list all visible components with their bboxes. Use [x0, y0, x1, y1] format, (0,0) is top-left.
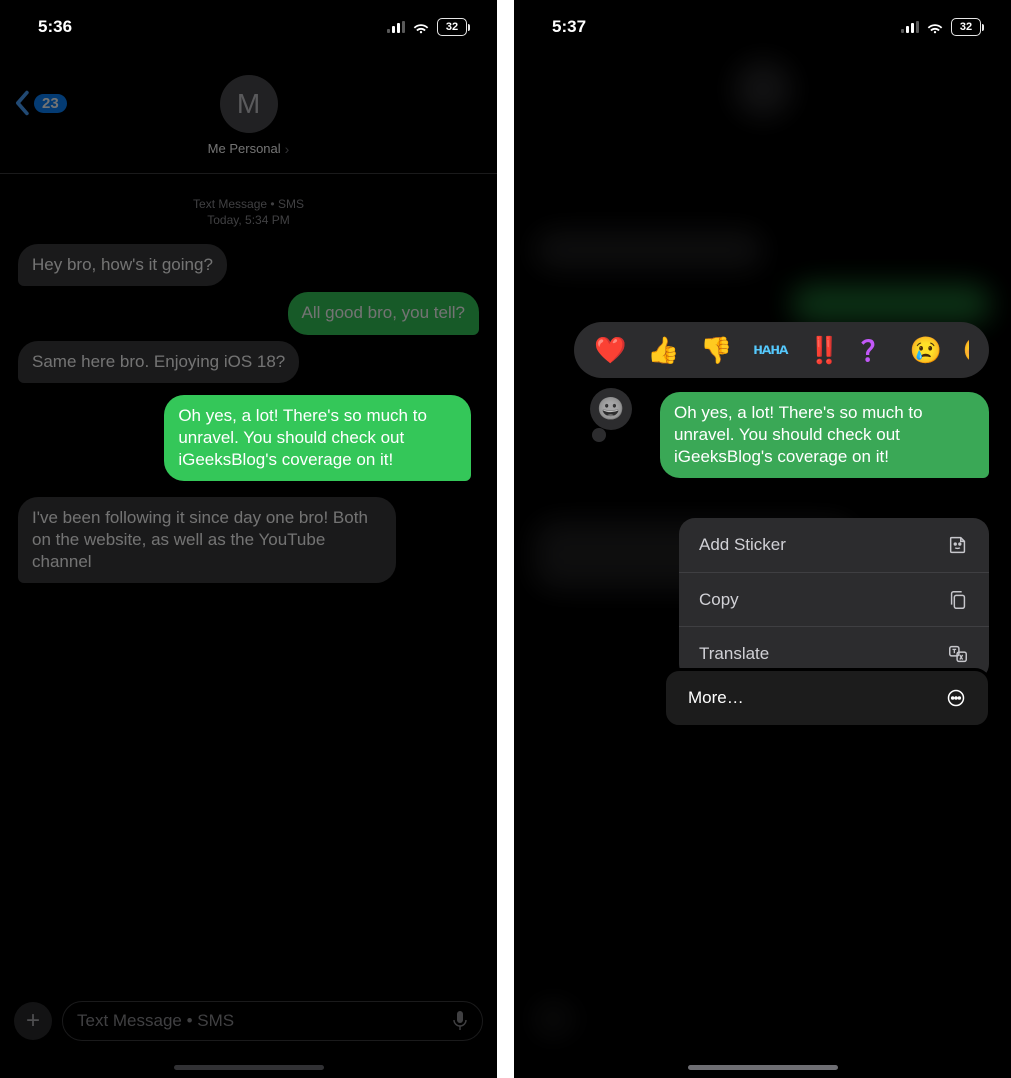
- battery-icon: 32: [951, 18, 981, 36]
- tapback-reaction-bar: ❤️ 👍 👎 ʜᴀʜᴀ ‼️ ？ 😢 😊: [574, 322, 989, 378]
- emoji-icon: 😀: [597, 396, 624, 422]
- reaction-question[interactable]: ？: [861, 330, 889, 370]
- action-label: Translate: [699, 644, 769, 664]
- conversation-header: 23 M Me Personal ›: [0, 54, 497, 174]
- tapback-emoji-picker[interactable]: 😀: [590, 388, 646, 444]
- message-bubble[interactable]: Oh yes, a lot! There's so much to unrave…: [660, 392, 989, 478]
- reaction-thumbs-down[interactable]: 👎: [700, 335, 732, 366]
- reaction-haha[interactable]: ʜᴀʜᴀ: [753, 341, 787, 359]
- reaction-thumbs-up[interactable]: 👍: [647, 335, 679, 366]
- screenshot-right: 5:37 32 ❤️ 👍 👎 ʜᴀʜᴀ ‼️ ？ 😢 😊 😀 Oh y: [514, 0, 1011, 1078]
- status-time: 5:36: [38, 17, 72, 37]
- status-time: 5:37: [552, 17, 586, 37]
- status-bar: 5:36 32: [0, 0, 497, 54]
- home-indicator[interactable]: [688, 1065, 838, 1070]
- reaction-more[interactable]: 😊: [963, 335, 969, 366]
- action-label: More…: [688, 688, 744, 708]
- action-copy[interactable]: Copy: [679, 572, 989, 626]
- cellular-icon: [387, 21, 405, 33]
- message-action-sheet: Add Sticker Copy Translate: [679, 518, 989, 680]
- contact-name: Me Personal: [208, 141, 281, 156]
- chevron-left-icon: [14, 90, 32, 116]
- thread-meta: Text Message • SMS Today, 5:34 PM: [18, 196, 479, 228]
- compose-placeholder: Text Message • SMS: [77, 1011, 234, 1031]
- message-bubble[interactable]: Oh yes, a lot! There's so much to unrave…: [164, 395, 471, 481]
- translate-icon: [947, 643, 969, 665]
- action-more[interactable]: More…: [665, 670, 989, 726]
- attach-button[interactable]: +: [14, 1002, 52, 1040]
- selected-message-highlight: Oh yes, a lot! There's so much to unrave…: [156, 389, 479, 487]
- message-bubble[interactable]: I've been following it since day one bro…: [18, 497, 396, 583]
- contact-avatar[interactable]: M: [220, 75, 278, 133]
- focused-message: Oh yes, a lot! There's so much to unrave…: [660, 392, 989, 478]
- action-add-sticker[interactable]: Add Sticker: [679, 518, 989, 572]
- message-bubble[interactable]: All good bro, you tell?: [288, 292, 480, 334]
- wifi-icon: [926, 18, 944, 36]
- message-list: Text Message • SMS Today, 5:34 PM Hey br…: [0, 174, 497, 992]
- message-bubble[interactable]: Hey bro, how's it going?: [18, 244, 227, 286]
- reaction-exclaim[interactable]: ‼️: [808, 335, 840, 366]
- reaction-heart[interactable]: ❤️: [594, 335, 626, 366]
- action-label: Copy: [699, 590, 739, 610]
- status-bar: 5:37 32: [514, 0, 1011, 54]
- ellipsis-circle-icon: [946, 688, 966, 708]
- copy-icon: [947, 589, 969, 611]
- compose-bar: + Text Message • SMS: [0, 992, 497, 1050]
- reaction-sad[interactable]: 😢: [910, 335, 942, 366]
- unread-badge: 23: [34, 94, 67, 113]
- battery-icon: 32: [437, 18, 467, 36]
- wifi-icon: [412, 18, 430, 36]
- screenshot-left: 5:36 32 23 M Me Personal › Text Mess: [0, 0, 497, 1078]
- compose-input[interactable]: Text Message • SMS: [62, 1001, 483, 1041]
- contact-name-row[interactable]: Me Personal ›: [208, 141, 290, 157]
- thread-meta-time: Today, 5:34 PM: [18, 212, 479, 228]
- thread-meta-type: Text Message • SMS: [18, 196, 479, 212]
- microphone-icon[interactable]: [452, 1010, 468, 1032]
- cellular-icon: [901, 21, 919, 33]
- sticker-icon: [947, 534, 969, 556]
- message-bubble[interactable]: Same here bro. Enjoying iOS 18?: [18, 341, 299, 383]
- action-label: Add Sticker: [699, 535, 786, 555]
- back-button[interactable]: 23: [14, 90, 67, 116]
- home-indicator[interactable]: [174, 1065, 324, 1070]
- chevron-right-icon: ›: [285, 141, 290, 157]
